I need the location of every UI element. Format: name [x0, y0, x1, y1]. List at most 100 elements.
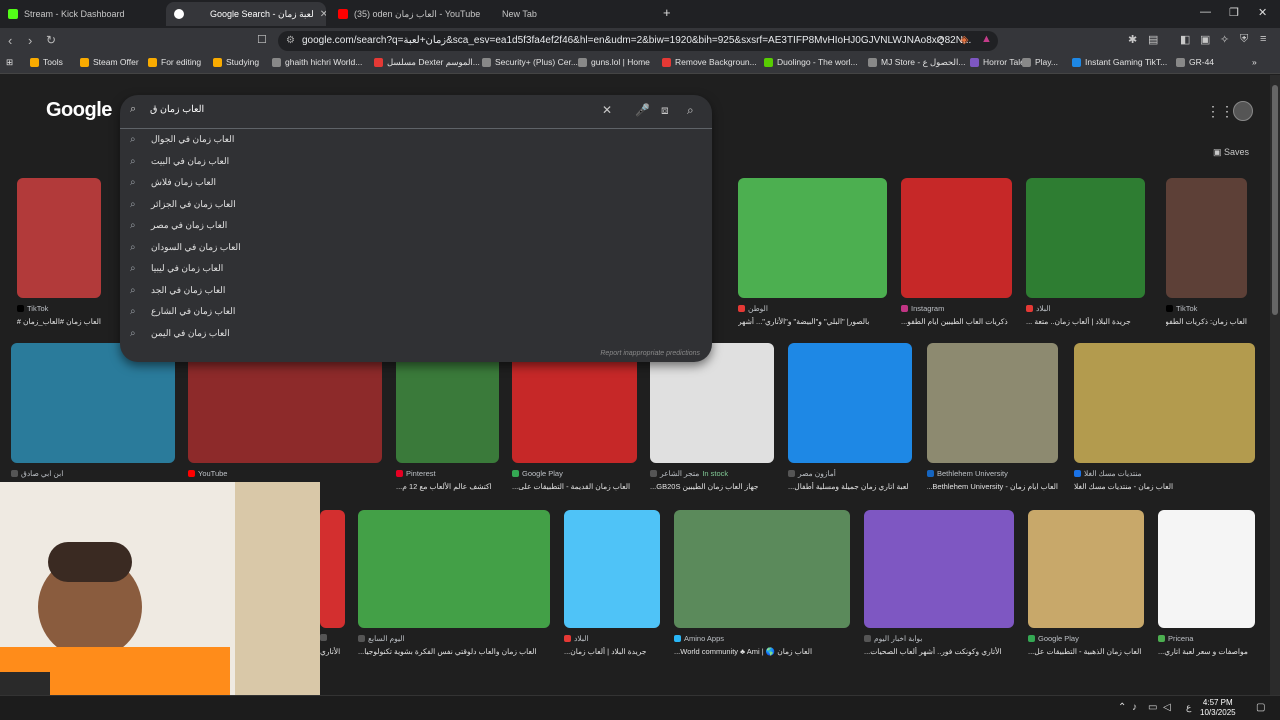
result-caption[interactable]: العاب زمان الذهبية - التطبيقات عل...	[1028, 647, 1144, 656]
menu-icon[interactable]: ≡	[1260, 33, 1266, 45]
report-predictions-link[interactable]: Report inappropriate predictions	[600, 350, 700, 357]
result-caption[interactable]: العاب زمان - منتديات مسك الغلا	[1074, 482, 1255, 491]
suggestion-item[interactable]: ⌕ العاب زمان في الشارع	[120, 301, 712, 322]
brave-shield-icon[interactable]: ◈	[960, 33, 968, 46]
result-caption[interactable]: جريدة البلاد | ألعاب زمان.. متعة ...	[1026, 317, 1145, 326]
wallet-icon[interactable]: ▣	[1200, 33, 1210, 46]
suggestion-item[interactable]: ⌕ العاب زمان في الجزائر	[120, 194, 712, 215]
result-caption[interactable]: مواصفات و سعر لعبة اتاري...	[1158, 647, 1255, 656]
result-caption[interactable]: العاب زمان والعاب دلوقتي نفس الفكرة بشوي…	[358, 647, 550, 656]
result-caption[interactable]: جريدة البلاد | ألعاب زمان...	[564, 647, 660, 656]
image-result-thumbnail[interactable]	[1026, 178, 1145, 298]
back-icon[interactable]: ‹	[8, 33, 12, 48]
search-submit-icon[interactable]: ⌕	[687, 103, 694, 118]
leo-icon[interactable]: ✧	[1220, 33, 1229, 46]
bookmark-item[interactable]: GR-44	[1176, 57, 1214, 67]
restore-icon[interactable]: ❐	[1229, 6, 1239, 19]
result-source[interactable]	[320, 634, 345, 641]
result-caption[interactable]: اكتشف عالم الألعاب مع 12 م...	[396, 482, 499, 491]
suggestion-item[interactable]: ⌕ العاب زمان فلاش	[120, 172, 712, 193]
image-result-thumbnail[interactable]	[1028, 510, 1144, 628]
bookmark-item[interactable]: Duolingo - The worl...	[764, 57, 858, 67]
result-source[interactable]: YouTube	[188, 469, 382, 478]
bookmark-item[interactable]: Instant Gaming TikT...	[1072, 57, 1167, 67]
sidebar-icon[interactable]: ◧	[1180, 33, 1190, 46]
result-source[interactable]: ابن ابي صادق	[11, 469, 175, 478]
network-icon[interactable]: ▭	[1148, 702, 1157, 713]
result-source[interactable]: Pinterest	[396, 469, 499, 478]
saves-link[interactable]: ▣ Saves	[1213, 147, 1249, 158]
result-caption[interactable]: بالصور| "البلي" و"البيضة" و"الأتاري"... …	[738, 317, 887, 326]
bookmark-item[interactable]: Horror Tale	[970, 57, 1025, 67]
result-source[interactable]: Amino Apps	[674, 634, 850, 643]
suggestion-item[interactable]: ⌕ العاب زمان في الجوال	[120, 129, 712, 150]
bookmark-item[interactable]: MJ Store - الحصول ع...	[868, 57, 965, 68]
clock[interactable]: 4:57 PM 10/3/2025	[1200, 698, 1236, 718]
image-result-thumbnail[interactable]	[564, 510, 660, 628]
notifications-icon[interactable]: ▢	[1256, 702, 1265, 713]
bookmark-item[interactable]: Tools	[30, 57, 63, 67]
suggestion-item[interactable]: ⌕ العاب زمان في البيت	[120, 151, 712, 172]
apps-grid-icon[interactable]: ⊞	[6, 57, 13, 68]
more-bookmarks-icon[interactable]: »	[1252, 57, 1257, 67]
image-result-thumbnail[interactable]	[1074, 343, 1255, 463]
bookmark-item[interactable]: guns.lol | Home	[578, 57, 650, 67]
google-apps-icon[interactable]: ⋮⋮	[1206, 103, 1234, 120]
image-result-thumbnail[interactable]	[1158, 510, 1255, 628]
result-caption[interactable]: العاب زمان القديمة - التطبيقات على...	[512, 482, 637, 491]
result-caption[interactable]: ذكريات العاب الطيبين ايام الطفو...	[901, 317, 1012, 326]
bookmark-item[interactable]: ghaith hichri World...	[272, 57, 362, 67]
bookmark-item[interactable]: For editing	[148, 57, 201, 67]
google-logo[interactable]: Google	[46, 99, 112, 122]
search-box[interactable]: ⌕ العاب زمان ق ✕ 🎤 ⧈ ⌕ ⌕ العاب زمان في ال…	[120, 95, 712, 362]
result-source[interactable]: متجر الشاعر In stock	[650, 469, 774, 478]
close-window-icon[interactable]: ✕	[1258, 6, 1267, 19]
tab-kick-dashboard[interactable]: Stream - Kick Dashboard	[0, 2, 160, 26]
tab-youtube[interactable]: (35) oden العاب زمان - YouTube	[330, 2, 490, 26]
result-caption[interactable]: الأتاري	[320, 647, 345, 656]
result-source[interactable]: بوابة اخبار اليوم	[864, 634, 1014, 643]
lens-icon[interactable]: ⧈	[661, 103, 669, 118]
new-tab-button[interactable]: +	[663, 5, 671, 20]
result-source[interactable]: Pricena	[1158, 634, 1255, 643]
image-result-thumbnail[interactable]	[788, 343, 912, 463]
image-result-thumbnail[interactable]	[1166, 178, 1247, 298]
suggestion-item[interactable]: ⌕ العاب زمان في السودان	[120, 237, 712, 258]
result-source[interactable]: TikTok	[17, 304, 101, 313]
bookmark-item[interactable]: Security+ (Plus) Cer...	[482, 57, 578, 67]
bookmark-item[interactable]: Play...	[1022, 57, 1058, 67]
close-tab-icon[interactable]: ✕	[320, 9, 326, 20]
share-icon[interactable]: ↗	[935, 33, 944, 46]
result-source[interactable]: الوطن	[738, 304, 887, 313]
avatar[interactable]	[1233, 101, 1253, 121]
result-caption[interactable]: جهاز العاب زمان الطيبين GB20S...	[650, 482, 774, 491]
reload-icon[interactable]: ↻	[46, 33, 56, 47]
result-caption[interactable]: العاب زمان 🌎 | World community ♣ Ami...	[674, 647, 850, 656]
result-caption[interactable]: العاب ايام زمان - Bethlehem University..…	[927, 482, 1058, 491]
image-result-thumbnail[interactable]	[17, 178, 101, 298]
tray-chevron-icon[interactable]: ⌃	[1118, 702, 1126, 713]
bookmark-item[interactable]: Studying	[213, 57, 259, 67]
image-result-thumbnail[interactable]	[358, 510, 550, 628]
scroll-thumb[interactable]	[1272, 85, 1278, 315]
result-source[interactable]: البلاد	[564, 634, 660, 643]
result-source[interactable]: اليوم السابع	[358, 634, 550, 643]
bookmark-item[interactable]: Remove Backgroun...	[662, 57, 757, 67]
search-input[interactable]: العاب زمان ق	[150, 104, 204, 115]
suggestion-item[interactable]: ⌕ العاب زمان في ليبيا	[120, 258, 712, 279]
result-source[interactable]: Instagram	[901, 304, 1012, 313]
result-caption[interactable]: الأتاري وكونكت فور.. أشهر ألعاب الصحيات.…	[864, 647, 1014, 656]
image-result-thumbnail[interactable]	[674, 510, 850, 628]
extensions-icon[interactable]: ✱	[1128, 33, 1137, 46]
reading-list-icon[interactable]: ▤	[1148, 33, 1158, 46]
result-source[interactable]: Bethlehem University	[927, 469, 1058, 478]
bookmark-item[interactable]: Steam Offer	[80, 57, 139, 67]
tab-new-tab[interactable]: New Tab	[494, 2, 654, 26]
voice-search-icon[interactable]: 🎤	[635, 103, 650, 117]
result-caption[interactable]: العاب زمان: ذكريات الطفو...	[1166, 317, 1247, 326]
image-result-thumbnail[interactable]	[901, 178, 1012, 298]
bookmark-item[interactable]: مسلسل Dexter الموسم...	[374, 57, 480, 68]
result-source[interactable]: TikTok	[1166, 304, 1247, 313]
result-caption[interactable]: لعبة اتاري زمان جميلة ومسلية أطفال...	[788, 482, 912, 491]
microphone-icon[interactable]: ♪	[1132, 702, 1137, 713]
